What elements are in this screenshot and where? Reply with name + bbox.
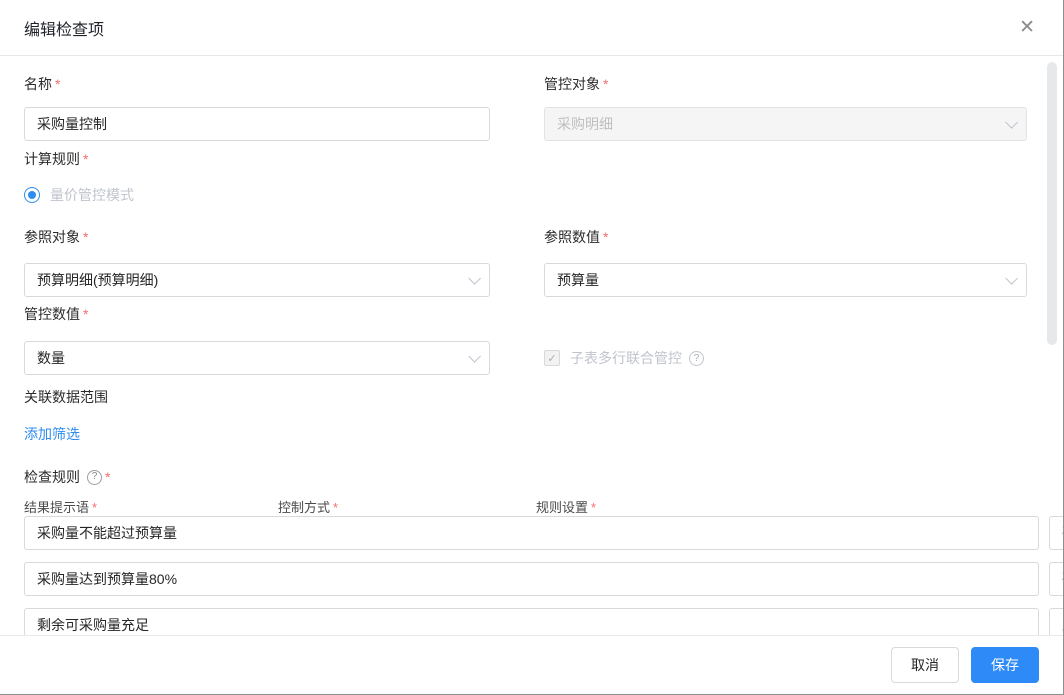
chevron-down-icon [1005, 116, 1018, 129]
column-header-prompt: 结果提示语* [24, 497, 278, 515]
section-check-rules: 检查规则 ? * 结果提示语* 控制方式* 规则设置* 强控拦截（红色 [24, 467, 1039, 635]
add-filter-link[interactable]: 添加筛选 [24, 424, 80, 444]
rule-row: 强控拦截（红色警告） 管控数值达到参照数值的 %及 以上 [24, 516, 1039, 550]
field-reference-object: 参照对象* 预算明细(预算明细) [24, 227, 490, 297]
column-header-control: 控制方式* [278, 497, 536, 515]
column-header-rule-setting: 规则设置* [536, 497, 596, 515]
control-value-select[interactable]: 数量 [24, 341, 490, 375]
rule-prompt-input[interactable] [24, 562, 1039, 596]
cancel-button[interactable]: 取消 [891, 647, 959, 683]
reference-value-label: 参照数值* [544, 227, 1027, 247]
reference-object-label: 参照对象* [24, 227, 490, 247]
dialog-title: 编辑检查项 [24, 16, 104, 40]
name-input[interactable] [24, 107, 490, 141]
required-mark: * [603, 229, 608, 245]
rule-prompt-input[interactable] [24, 516, 1039, 550]
control-value-label: 管控数值* [24, 304, 490, 324]
dialog-body: 名称* 管控对象* 采购明细 计算规则* 量价管控模式 [0, 56, 1063, 635]
control-value-value: 数量 [37, 348, 65, 368]
calc-rule-radio-label: 量价管控模式 [50, 185, 134, 205]
name-label: 名称* [24, 74, 490, 94]
dialog-header: 编辑检查项 ✕ [0, 0, 1063, 56]
close-icon[interactable]: ✕ [1015, 16, 1039, 39]
checkbox-checked-disabled-icon: ✓ [544, 350, 560, 366]
reference-object-select[interactable]: 预算明细(预算明细) [24, 263, 490, 297]
help-circle-icon[interactable]: ? [689, 351, 704, 366]
help-circle-icon[interactable]: ? [87, 470, 102, 485]
chevron-down-icon [1005, 272, 1018, 285]
reference-value-value: 预算量 [557, 270, 599, 290]
required-mark: * [83, 306, 88, 322]
joint-control-label: 子表多行联合管控 [570, 348, 682, 368]
required-mark: * [83, 151, 88, 167]
chevron-down-icon [468, 272, 481, 285]
control-object-value: 采购明细 [557, 114, 613, 134]
section-data-range: 关联数据范围 添加筛选 [24, 387, 1039, 444]
rule-control-select[interactable]: 强控拦截（红色警告） [1049, 516, 1063, 550]
required-mark: * [603, 76, 608, 92]
field-control-object: 管控对象* 采购明细 [544, 74, 1027, 141]
control-object-select: 采购明细 [544, 107, 1027, 141]
save-button[interactable]: 保存 [971, 647, 1039, 683]
reference-object-value: 预算明细(预算明细) [37, 270, 158, 290]
field-control-value: 管控数值* 数量 [24, 304, 490, 375]
rule-row: 正常通过（绿色标识） 管控数值达到参照数值的 %及 以下 [24, 608, 1039, 635]
check-rules-column-headers: 结果提示语* 控制方式* 规则设置* [24, 497, 1039, 515]
chevron-down-icon [468, 350, 481, 363]
required-mark: * [105, 467, 110, 487]
joint-control-row: ✓ 子表多行联合管控 ? [544, 341, 1027, 375]
field-name: 名称* [24, 74, 490, 141]
rule-control-select[interactable]: 正常通过（绿色标识） [1049, 608, 1063, 635]
reference-value-select[interactable]: 预算量 [544, 263, 1027, 297]
required-mark: * [55, 76, 60, 92]
rule-prompt-input[interactable] [24, 608, 1039, 635]
check-rules-label: 检查规则 ? * [24, 467, 1039, 487]
calc-rule-label: 计算规则* [24, 149, 1039, 169]
calc-rule-radio-row: 量价管控模式 [24, 185, 1039, 205]
data-range-label: 关联数据范围 [24, 389, 108, 405]
rule-row: 强控拦截（红色警告） 管控数值达到参照数值的 %及 以上 [24, 562, 1039, 596]
field-reference-value: 参照数值* 预算量 [544, 227, 1027, 297]
scrollbar-thumb[interactable] [1047, 62, 1057, 345]
dialog-footer: 取消 保存 [0, 635, 1063, 694]
control-object-label: 管控对象* [544, 74, 1027, 94]
field-calc-rule: 计算规则* 量价管控模式 [24, 149, 1039, 205]
radio-selected-icon [24, 187, 40, 203]
rule-control-select[interactable]: 强控拦截（红色警告） [1049, 562, 1063, 596]
edit-check-item-dialog: 编辑检查项 ✕ 名称* 管控对象* 采购明细 [0, 0, 1064, 695]
required-mark: * [83, 229, 88, 245]
